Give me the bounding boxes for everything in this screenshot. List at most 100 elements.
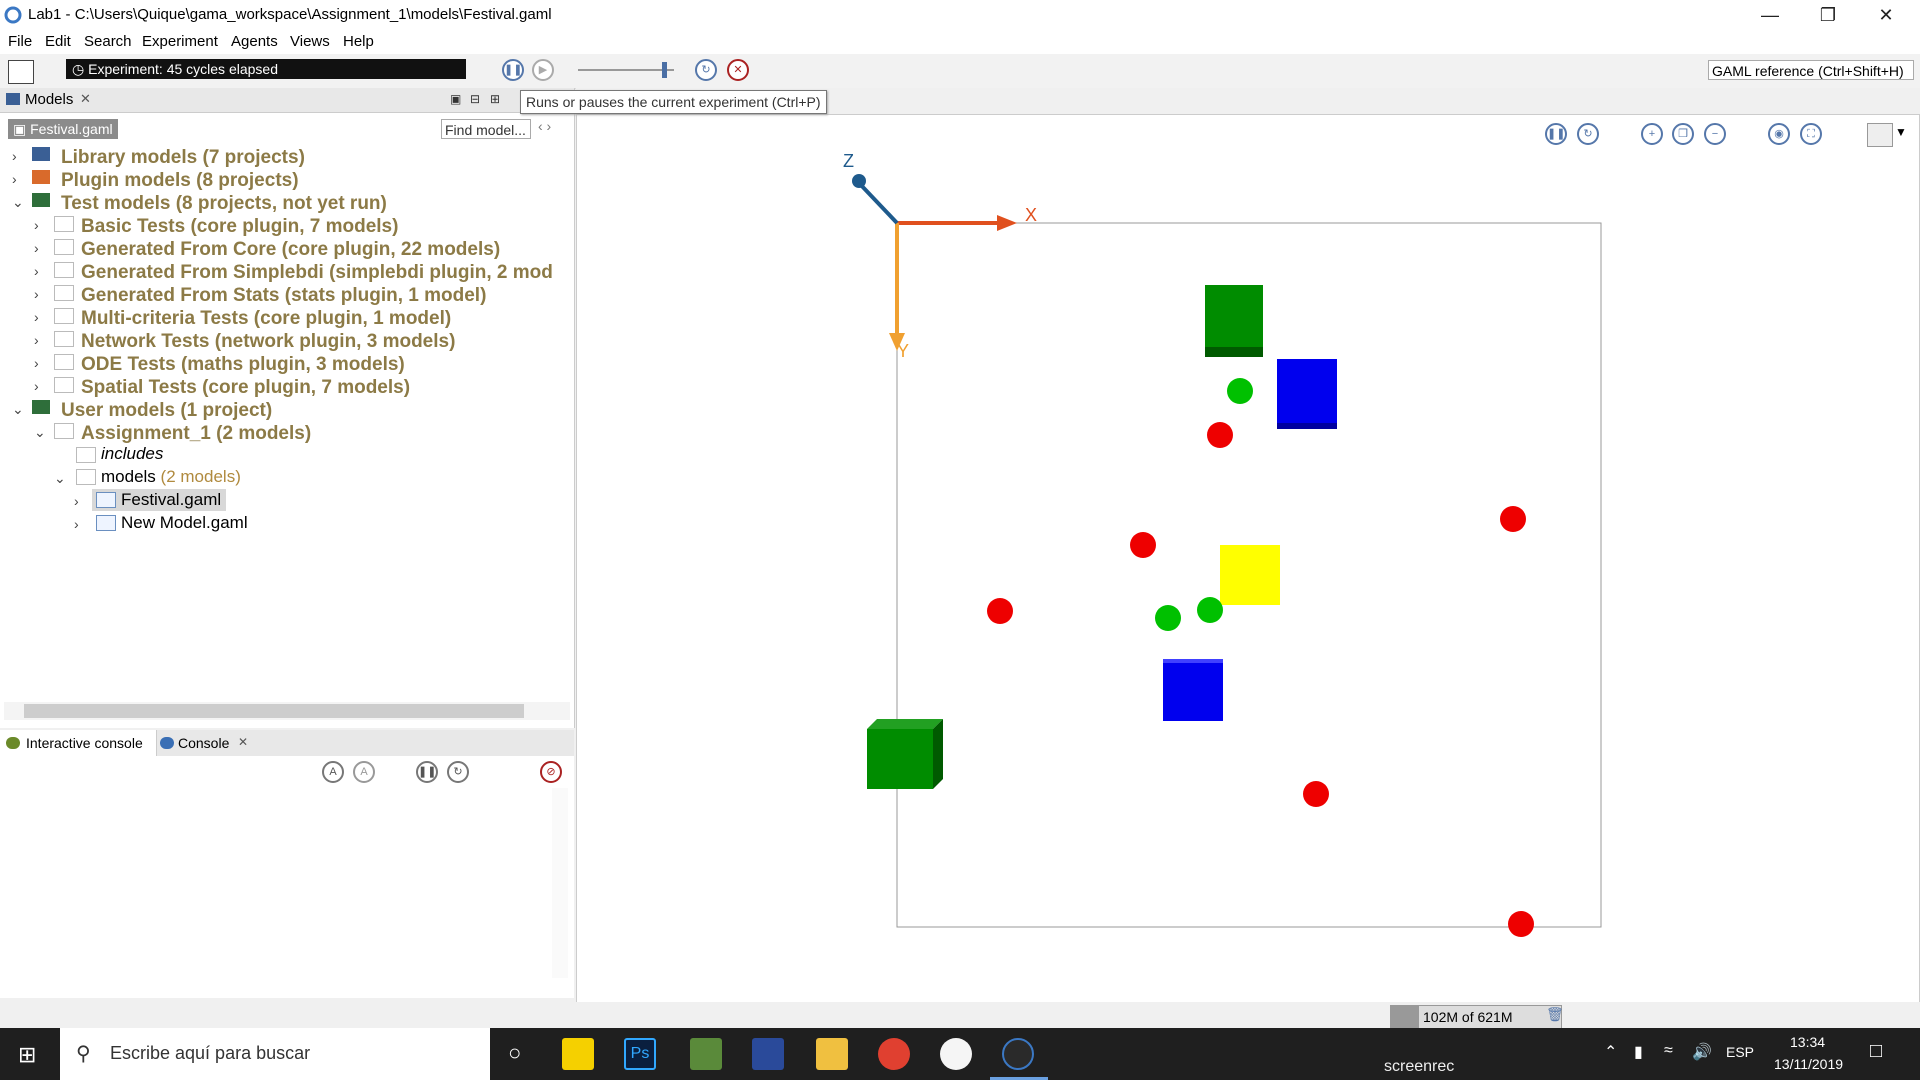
language-indicator[interactable]: ESP — [1726, 1044, 1754, 1060]
folder-icon — [54, 262, 74, 278]
speed-slider-track[interactable] — [578, 69, 674, 71]
volume-icon[interactable]: 🔊 — [1692, 1042, 1712, 1062]
tree-item-network[interactable]: Network Tests (network plugin, 3 models) — [81, 331, 455, 353]
chevron-up-icon[interactable]: ⌃ — [1604, 1042, 1617, 1062]
menu-views[interactable]: Views — [290, 33, 330, 50]
tree-item-test[interactable]: Test models (8 projects, not yet run) — [61, 193, 387, 215]
menu-edit[interactable]: Edit — [45, 33, 71, 50]
editor-icon[interactable] — [8, 60, 34, 84]
tree-item-festival[interactable]: Festival.gaml — [121, 490, 221, 510]
clock-date[interactable]: 13/11/2019 — [1774, 1056, 1843, 1072]
tree-item-basic-tests[interactable]: Basic Tests (core plugin, 7 models) — [81, 216, 398, 238]
collapse-icon[interactable]: ▣ — [450, 92, 461, 106]
tree-item-spatial[interactable]: Spatial Tests (core plugin, 7 models) — [81, 377, 410, 399]
vertical-scrollbar[interactable] — [552, 788, 568, 978]
menu-file[interactable]: File — [8, 33, 32, 50]
close-experiment-button[interactable]: ✕ — [727, 59, 749, 81]
tab-interactive-label: Interactive console — [26, 735, 143, 751]
display-view[interactable]: ❚❚ ↻ + ❒ − ◉ ⛶ ▼ X Y Z — [576, 114, 1920, 1004]
battery-icon[interactable]: ▮ — [1634, 1042, 1643, 1062]
tree-item-generated-stats[interactable]: Generated From Stats (stats plugin, 1 mo… — [81, 285, 486, 307]
folder-icon — [76, 447, 96, 463]
chevron-down-icon[interactable]: ⌄ — [12, 401, 24, 418]
chevron-right-icon[interactable]: › — [34, 355, 39, 371]
close-icon[interactable]: ✕ — [80, 91, 91, 107]
menu-agents[interactable]: Agents — [231, 33, 278, 50]
tree-item-user[interactable]: User models (1 project) — [61, 400, 272, 422]
image-app-icon[interactable] — [690, 1038, 722, 1070]
scrollbar-thumb[interactable] — [24, 704, 524, 718]
chevron-right-icon[interactable]: › — [12, 171, 17, 187]
sticky-notes-icon[interactable] — [562, 1038, 594, 1070]
menu-bar: File Edit Search Experiment Agents Views… — [0, 30, 1920, 54]
taskbar-search[interactable]: ⚲ Escribe aquí para buscar — [60, 1028, 490, 1080]
gaml-file-icon — [96, 515, 116, 531]
memory-indicator[interactable]: 102M of 621M — [1390, 1005, 1562, 1029]
chevron-down-icon[interactable]: ⌄ — [54, 470, 66, 487]
font-increase-icon[interactable]: A — [322, 761, 344, 783]
tree-item-generated-core[interactable]: Generated From Core (core plugin, 22 mod… — [81, 239, 500, 261]
tree-item-library[interactable]: Library models (7 projects) — [61, 147, 305, 169]
chevron-right-icon[interactable]: › — [34, 263, 39, 279]
chevron-right-icon[interactable]: › — [34, 217, 39, 233]
clear-icon[interactable]: ⊘ — [540, 761, 562, 783]
tree-item-assignment[interactable]: Assignment_1 (2 models) — [81, 423, 311, 445]
red-agent — [1303, 781, 1329, 807]
console-body[interactable]: A A ❚❚ ↻ ⊘ — [0, 756, 574, 998]
step-experiment-button[interactable]: ▶ — [532, 59, 554, 81]
font-decrease-icon[interactable]: A — [353, 761, 375, 783]
chevron-right-icon[interactable]: › — [12, 148, 17, 164]
breadcrumb[interactable]: ▣ Festival.gaml — [8, 119, 118, 139]
chevron-right-icon[interactable]: › — [34, 240, 39, 256]
plus-icon[interactable]: ⊞ — [490, 92, 500, 106]
close-icon[interactable]: ✕ — [238, 735, 248, 749]
pause-experiment-button[interactable]: ❚❚ — [502, 59, 524, 81]
file-explorer-icon[interactable] — [816, 1038, 848, 1070]
gaml-file-icon — [96, 492, 116, 508]
chevron-right-icon[interactable]: › — [34, 309, 39, 325]
red-agent — [1500, 506, 1526, 532]
nav-arrows-icon[interactable]: ‹ › — [538, 118, 551, 134]
menu-experiment[interactable]: Experiment — [142, 33, 218, 50]
wifi-icon[interactable]: ≈ — [1664, 1042, 1673, 1060]
pause-icon[interactable]: ❚❚ — [416, 761, 438, 783]
windows-start-icon[interactable]: ⊞ — [18, 1042, 36, 1068]
chevron-down-icon[interactable]: ⌄ — [12, 194, 24, 211]
notifications-icon[interactable]: □ — [1870, 1040, 1882, 1063]
menu-search[interactable]: Search — [84, 33, 132, 50]
close-icon[interactable]: ✕ — [1858, 0, 1914, 30]
task-view-icon[interactable]: ○ — [508, 1040, 521, 1066]
tree-item-generated-simplebdi[interactable]: Generated From Simplebdi (simplebdi plug… — [81, 262, 553, 284]
chrome-icon[interactable] — [878, 1038, 910, 1070]
tree-item-ode[interactable]: ODE Tests (maths plugin, 3 models) — [81, 354, 405, 376]
tree-item-plugin[interactable]: Plugin models (8 projects) — [61, 170, 299, 192]
horizontal-scrollbar[interactable] — [4, 702, 570, 720]
chevron-right-icon[interactable]: › — [34, 378, 39, 394]
tree-item-multicriteria[interactable]: Multi-criteria Tests (core plugin, 1 mod… — [81, 308, 451, 330]
tree-item-models[interactable]: models (2 models) — [101, 467, 241, 487]
menu-help[interactable]: Help — [343, 33, 374, 50]
tab-console[interactable]: Console ✕ — [158, 730, 262, 756]
app-icon[interactable] — [752, 1038, 784, 1070]
tab-interactive-console[interactable]: Interactive console — [0, 730, 157, 756]
tree-item-new-model[interactable]: New Model.gaml — [121, 513, 248, 533]
trash-icon[interactable]: 🗑 — [1546, 1006, 1564, 1023]
chevron-right-icon[interactable]: › — [34, 286, 39, 302]
tree-item-includes[interactable]: includes — [101, 444, 163, 464]
chevron-right-icon[interactable]: › — [74, 516, 79, 532]
speed-slider-handle[interactable] — [662, 62, 667, 78]
reload-experiment-button[interactable]: ↻ — [695, 59, 717, 81]
models-tab-label[interactable]: Models — [25, 91, 73, 108]
restore-icon[interactable]: ❐ — [1800, 0, 1856, 30]
minimize-icon[interactable]: — — [1742, 0, 1798, 30]
sync-icon[interactable]: ↻ — [447, 761, 469, 783]
chevron-right-icon[interactable]: › — [34, 332, 39, 348]
find-model-input[interactable]: Find model... — [441, 119, 531, 139]
photoshop-icon[interactable]: Ps — [624, 1038, 656, 1070]
minus-icon[interactable]: ⊟ — [470, 92, 480, 106]
clock-time[interactable]: 13:34 — [1790, 1034, 1825, 1050]
gaml-reference-search[interactable]: GAML reference (Ctrl+Shift+H) — [1708, 60, 1914, 80]
itunes-icon[interactable] — [940, 1038, 972, 1070]
chevron-right-icon[interactable]: › — [74, 493, 79, 509]
chevron-down-icon[interactable]: ⌄ — [34, 424, 46, 441]
